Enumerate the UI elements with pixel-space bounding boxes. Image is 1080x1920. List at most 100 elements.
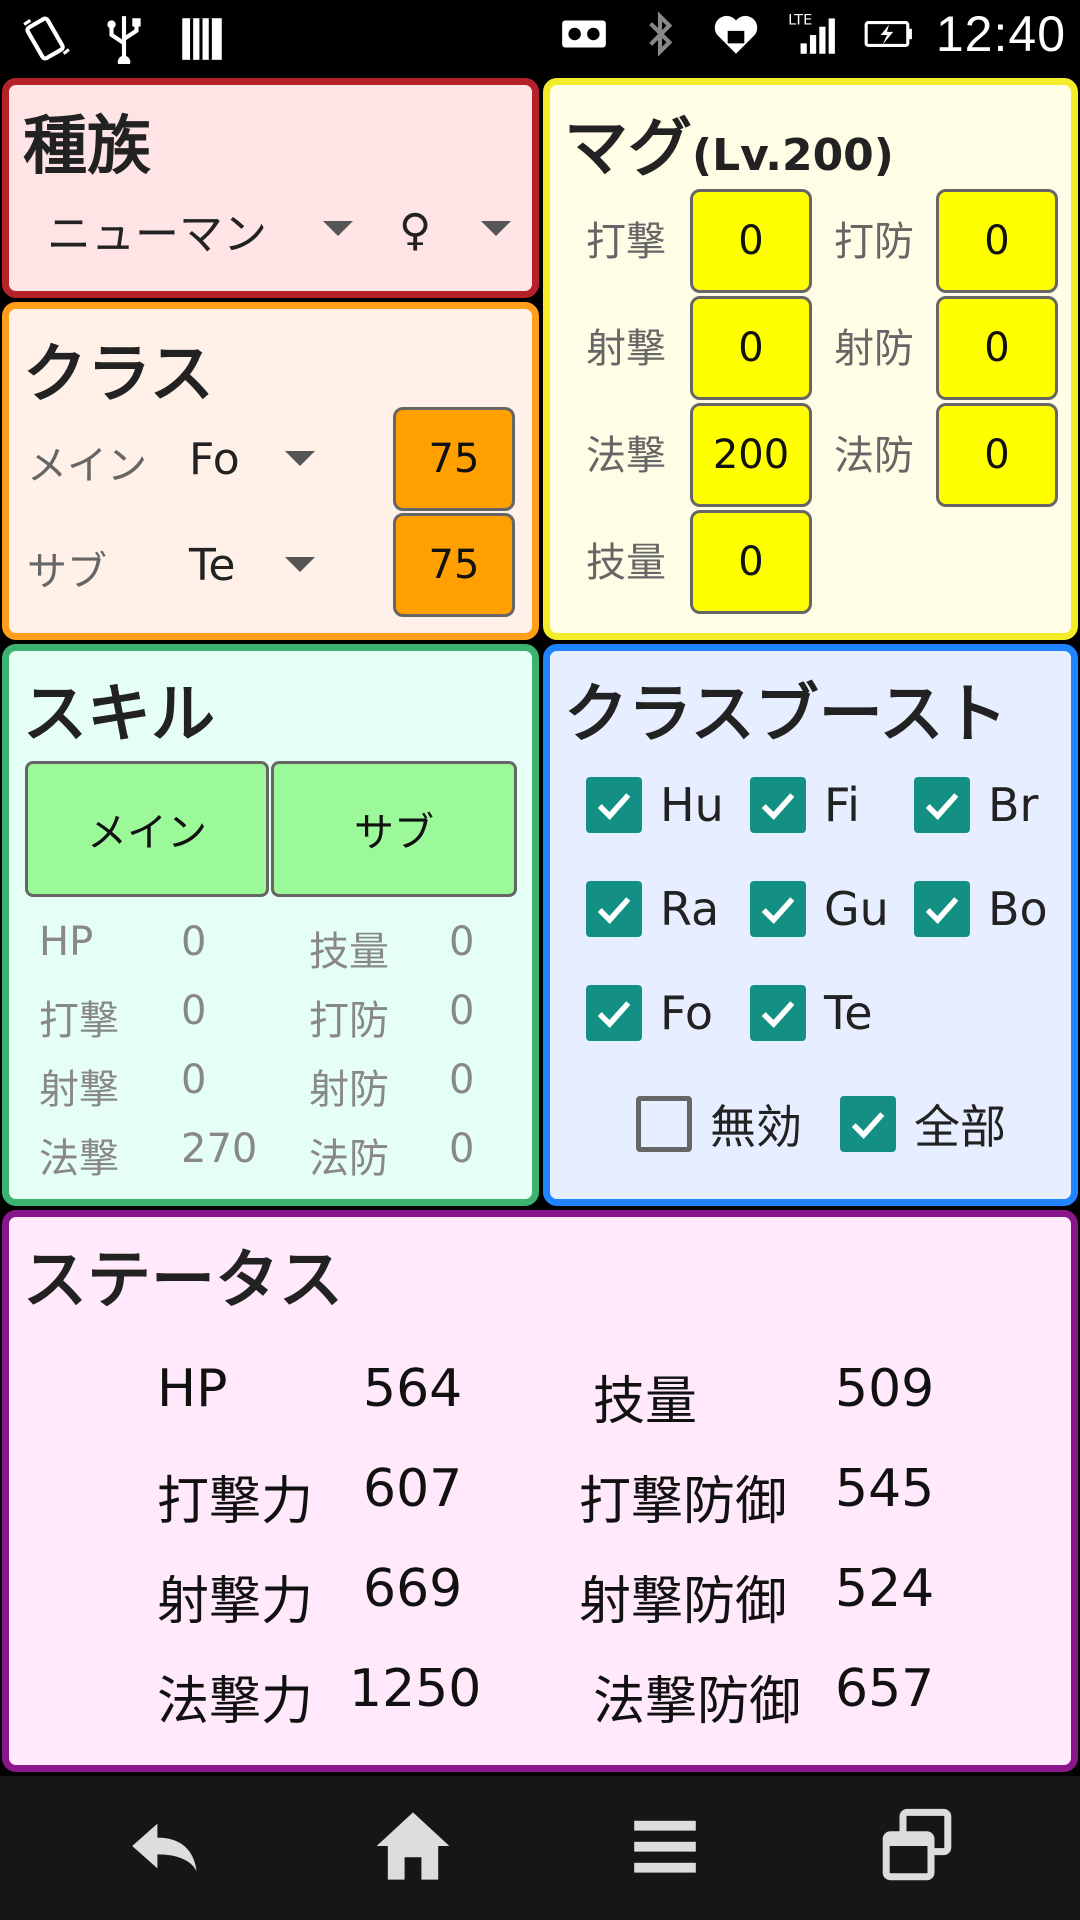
skill-stat-label: 射防: [309, 1067, 389, 1113]
status-stat-value: 509: [835, 1359, 935, 1419]
boost-checkbox-fi[interactable]: Fi: [750, 777, 860, 833]
mag-stat-value[interactable]: 0: [690, 189, 812, 293]
class-title: クラス: [23, 338, 214, 412]
skill-stat-value: 270: [181, 1126, 258, 1172]
status-title: ステータス: [23, 1244, 343, 1318]
mag-title-text: マグ: [564, 112, 692, 186]
boost-class-label: Te: [824, 986, 873, 1040]
main-class-level[interactable]: 75: [393, 407, 515, 511]
heart-icon: [708, 4, 764, 64]
mag-stat-value[interactable]: 0: [690, 296, 812, 400]
mag-stat-label: 法撃: [586, 433, 666, 479]
home-button[interactable]: [358, 1796, 468, 1896]
mag-stat-label: 打防: [834, 219, 914, 265]
skill-stat-value: 0: [449, 1057, 475, 1103]
back-icon: [132, 1823, 197, 1872]
boost-class-label: Hu: [660, 778, 724, 832]
skill-stat-value: 0: [449, 1126, 475, 1172]
gender-value: ♀: [399, 204, 432, 256]
back-button[interactable]: [108, 1796, 218, 1896]
mag-stat-label: 射防: [834, 326, 914, 372]
race-title: 種族: [23, 110, 151, 184]
boost-disable-checkbox[interactable]: 無効: [636, 1091, 802, 1157]
main-class-value: Fo: [189, 433, 240, 485]
skill-sub-button[interactable]: サブ: [271, 761, 517, 897]
boost-checkbox-gu[interactable]: Gu: [750, 881, 889, 937]
boost-class-label: Bo: [988, 882, 1048, 936]
race-dropdown[interactable]: ニューマン: [47, 195, 357, 265]
skill-title: スキル: [23, 678, 215, 752]
boost-checkbox-bo[interactable]: Bo: [914, 881, 1048, 937]
boost-class-label: Br: [988, 778, 1039, 832]
class-boost-panel: クラスブースト Hu Fi Br Ra Gu Bo Fo Te 無効 全部: [543, 644, 1078, 1206]
skill-stat-label: 法撃: [39, 1136, 119, 1182]
main-class-dropdown[interactable]: Fo: [189, 427, 319, 491]
mag-level: (Lv.200): [692, 130, 894, 181]
skill-panel: スキル メイン サブ HP 0 技量 0 打撃 0 打防 0 射撃 0 射防 0…: [2, 644, 539, 1206]
skill-main-button[interactable]: メイン: [25, 761, 269, 897]
checkbox-unchecked-icon: [636, 1096, 692, 1152]
boost-checkbox-ra[interactable]: Ra: [586, 881, 719, 937]
boost-class-label: Fo: [660, 986, 713, 1040]
boost-all-checkbox[interactable]: 全部: [840, 1091, 1006, 1157]
boost-checkbox-fo[interactable]: Fo: [586, 985, 713, 1041]
checkbox-checked-icon: [840, 1096, 896, 1152]
sub-class-dropdown[interactable]: Te: [189, 533, 319, 597]
checkbox-checked-icon: [586, 777, 642, 833]
lte-signal-icon: LTE: [784, 4, 840, 64]
status-bar: LTE 12:40: [0, 0, 1080, 75]
menu-icon: [634, 1820, 696, 1873]
recent-apps-icon: [882, 1808, 952, 1881]
sub-class-level[interactable]: 75: [393, 513, 515, 617]
gender-dropdown[interactable]: ♀: [359, 195, 539, 265]
recent-apps-button[interactable]: [862, 1796, 972, 1896]
status-stat-label: 射撃力: [157, 1572, 314, 1632]
mag-stat-value[interactable]: 200: [690, 403, 812, 507]
status-stat-value: 564: [363, 1359, 463, 1419]
status-stat-label: HP: [157, 1359, 228, 1419]
checkbox-checked-icon: [586, 985, 642, 1041]
class-boost-title: クラスブースト: [564, 678, 1008, 752]
bluetooth-icon: [632, 4, 688, 64]
checkbox-checked-icon: [586, 881, 642, 937]
boost-class-label: Fi: [824, 778, 860, 832]
status-stat-value: 657: [835, 1659, 935, 1719]
skill-stat-label: 打撃: [39, 998, 119, 1044]
status-stat-value: 607: [363, 1459, 463, 1519]
menu-button[interactable]: [610, 1796, 720, 1896]
mag-stat-label: 技量: [586, 540, 666, 586]
boost-checkbox-te[interactable]: Te: [750, 985, 873, 1041]
status-stat-value: 545: [835, 1459, 935, 1519]
mag-stat-value[interactable]: 0: [936, 189, 1058, 293]
mag-stat-value[interactable]: 0: [936, 296, 1058, 400]
clock: 12:40: [935, 6, 1066, 62]
mag-stat-label: 射撃: [586, 326, 666, 372]
skill-stat-label: 法防: [309, 1136, 389, 1182]
checkbox-checked-icon: [750, 881, 806, 937]
mag-stat-label: 法防: [834, 433, 914, 479]
race-value: ニューマン: [47, 209, 267, 260]
checkbox-checked-icon: [750, 985, 806, 1041]
skill-stat-value: 0: [181, 1057, 207, 1103]
usb-icon: [96, 8, 152, 68]
mag-panel: マグ(Lv.200) 打撃 0 打防 0 射撃 0 射防 0 法撃 200 法防…: [543, 78, 1078, 640]
status-stat-label: 法撃力: [157, 1672, 314, 1732]
skill-stat-value: 0: [449, 988, 475, 1034]
status-stat-label: 打撃防御: [579, 1472, 788, 1532]
mag-stat-value[interactable]: 0: [936, 403, 1058, 507]
class-panel: クラス メイン Fo 75 サブ Te 75: [2, 302, 539, 640]
chevron-down-icon: [285, 451, 315, 466]
boost-disable-label: 無効: [710, 1100, 802, 1154]
boost-checkbox-hu[interactable]: Hu: [586, 777, 724, 833]
sub-class-value: Te: [189, 539, 236, 591]
status-stat-label: 射撃防御: [579, 1572, 788, 1632]
mag-stat-value[interactable]: 0: [690, 510, 812, 614]
mag-title: マグ(Lv.200): [564, 97, 894, 189]
navigation-bar: [0, 1776, 1080, 1920]
status-panel: ステータス HP 564 技量 509 打撃力 607 打撃防御 545 射撃力…: [2, 1210, 1078, 1772]
status-stat-value: 1250: [349, 1659, 482, 1719]
boost-checkbox-br[interactable]: Br: [914, 777, 1038, 833]
skill-stat-label: 打防: [309, 998, 389, 1044]
skill-stat-label: HP: [39, 919, 94, 965]
sub-class-label: サブ: [27, 549, 107, 595]
